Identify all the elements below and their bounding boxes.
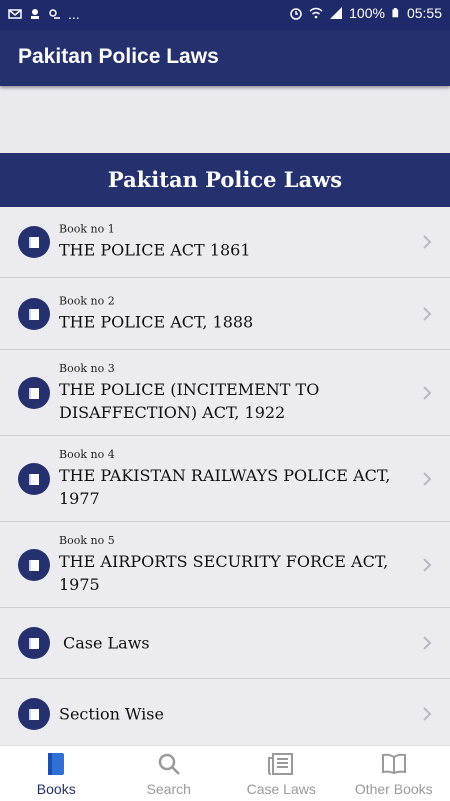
book-icon — [18, 463, 50, 495]
list-item-book-5[interactable]: Book no 5 THE AIRPORTS SECURITY FORCE AC… — [0, 522, 450, 608]
chevron-right-icon — [422, 234, 432, 250]
app-title: Pakitan Police Laws — [18, 45, 219, 69]
list-item-text: Book no 4 THE PAKISTAN RAILWAYS POLICE A… — [59, 448, 410, 510]
list-item-book-4[interactable]: Book no 4 THE PAKISTAN RAILWAYS POLICE A… — [0, 436, 450, 522]
battery-icon — [391, 6, 401, 20]
status-time: 05:55 — [407, 5, 442, 21]
nav-label: Search — [113, 781, 226, 797]
book-title: THE PAKISTAN RAILWAYS POLICE ACT, 1977 — [59, 464, 410, 510]
book-number: Book no 3 — [59, 362, 410, 375]
chevron-right-icon — [422, 557, 432, 573]
book-list: Book no 1 THE POLICE ACT 1861 Book no 2 … — [0, 207, 450, 750]
list-item-book-3[interactable]: Book no 3 THE POLICE (INCITEMENT TO DISA… — [0, 350, 450, 436]
app-bar: Pakitan Police Laws — [0, 30, 450, 86]
section-title: Pakitan Police Laws — [108, 167, 342, 192]
alarm-icon — [289, 6, 303, 20]
chevron-right-icon — [422, 385, 432, 401]
item-title: Section Wise — [59, 703, 410, 726]
notification-icon — [28, 7, 42, 21]
book-number: Book no 1 — [59, 223, 410, 236]
book-title: THE POLICE (INCITEMENT TO DISAFFECTION) … — [59, 378, 410, 424]
book-number: Book no 2 — [59, 294, 410, 307]
nav-books[interactable]: Books — [0, 746, 113, 801]
list-item-section-wise[interactable]: Section Wise — [0, 679, 450, 750]
chevron-right-icon — [422, 706, 432, 722]
nav-other-books[interactable]: Other Books — [338, 746, 450, 801]
chevron-right-icon — [422, 306, 432, 322]
wifi-icon — [309, 6, 323, 20]
nav-case-laws[interactable]: Case Laws — [225, 746, 338, 801]
book-title: THE POLICE ACT 1861 — [59, 239, 410, 262]
open-book-icon — [381, 752, 407, 776]
book-number: Book no 5 — [59, 534, 410, 547]
book-icon — [18, 226, 50, 258]
bottom-navigation: Books Search Case Laws Other Books — [0, 745, 450, 801]
chevron-right-icon — [422, 635, 432, 651]
item-title: Case Laws — [63, 632, 410, 655]
nav-label: Books — [0, 781, 113, 797]
nav-search[interactable]: Search — [113, 746, 226, 801]
status-left: ... — [8, 6, 80, 22]
list-item-text: Book no 1 THE POLICE ACT 1861 — [59, 223, 410, 262]
list-item-text: Book no 2 THE POLICE ACT, 1888 — [59, 294, 410, 333]
list-item-text: Case Laws — [63, 632, 410, 655]
section-header: Pakitan Police Laws — [0, 153, 450, 207]
status-bar: ... 100% 05:55 — [0, 0, 450, 30]
list-item-text: Book no 5 THE AIRPORTS SECURITY FORCE AC… — [59, 534, 410, 596]
weather-icon — [48, 7, 62, 21]
list-item-book-2[interactable]: Book no 2 THE POLICE ACT, 1888 — [0, 278, 450, 350]
battery-percent: 100% — [349, 5, 385, 21]
book-icon — [18, 377, 50, 409]
list-item-text: Book no 3 THE POLICE (INCITEMENT TO DISA… — [59, 362, 410, 424]
book-title: THE POLICE ACT, 1888 — [59, 310, 410, 333]
list-item-text: Section Wise — [59, 703, 410, 726]
newspaper-icon — [268, 752, 294, 776]
chevron-right-icon — [422, 471, 432, 487]
book-icon — [18, 698, 50, 730]
list-item-book-1[interactable]: Book no 1 THE POLICE ACT 1861 — [0, 207, 450, 278]
signal-icon — [329, 6, 343, 20]
book-number: Book no 4 — [59, 448, 410, 461]
search-icon — [157, 752, 181, 776]
status-more-indicator: ... — [68, 6, 80, 22]
book-icon — [18, 549, 50, 581]
book-icon — [18, 298, 50, 330]
list-item-case-laws[interactable]: Case Laws — [0, 608, 450, 679]
book-title: THE AIRPORTS SECURITY FORCE ACT, 1975 — [59, 550, 410, 596]
nav-label: Other Books — [338, 781, 450, 797]
mail-icon — [8, 7, 22, 21]
book-icon — [18, 627, 50, 659]
status-right: 100% 05:55 — [289, 5, 442, 21]
book-icon — [45, 752, 67, 776]
nav-label: Case Laws — [225, 781, 338, 797]
